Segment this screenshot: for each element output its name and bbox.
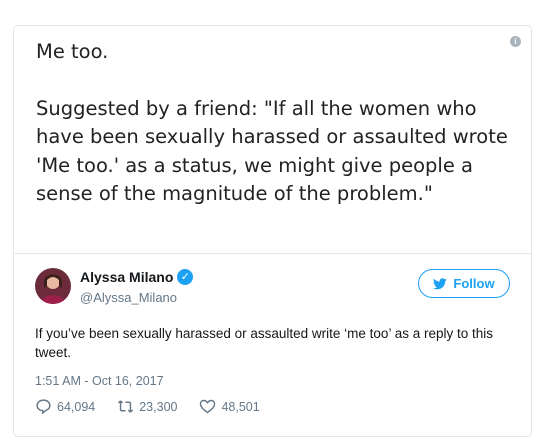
tweet-image-text: Me too. Suggested by a friend: "If all t… xyxy=(36,38,516,209)
avatar[interactable] xyxy=(35,268,71,304)
author-handle[interactable]: @Alyssa_Milano xyxy=(80,290,193,305)
retweet-icon xyxy=(118,400,134,413)
author-name[interactable]: Alyssa Milano xyxy=(80,269,173,285)
verified-badge-icon: ✓ xyxy=(177,269,194,285)
tweet-actions: 64,094 23,300 48,501 xyxy=(35,398,260,415)
reply-count: 64,094 xyxy=(57,399,96,414)
author-name-row[interactable]: Alyssa Milano ✓ xyxy=(80,269,194,285)
follow-label: Follow xyxy=(453,276,495,291)
like-count: 48,501 xyxy=(221,399,260,414)
image-line-me-too: Me too. xyxy=(36,40,109,63)
reply-action[interactable]: 64,094 xyxy=(35,398,95,415)
twitter-bird-icon xyxy=(433,277,448,289)
retweet-action[interactable]: 23,300 xyxy=(117,398,177,415)
heart-icon xyxy=(200,399,216,414)
follow-button[interactable]: Follow xyxy=(418,269,510,298)
reply-icon xyxy=(36,399,51,415)
truncated-previous-line: ··· xyxy=(0,0,545,14)
tweet-text: If you’ve been sexually harassed or assa… xyxy=(35,326,493,360)
retweet-count: 23,300 xyxy=(139,399,178,414)
like-action[interactable]: 48,501 xyxy=(199,398,260,415)
author-block[interactable]: Alyssa Milano ✓ @Alyssa_Milano xyxy=(80,269,194,305)
divider xyxy=(14,253,531,254)
embedded-tweet-card[interactable]: i Me too. Suggested by a friend: "If all… xyxy=(13,25,532,437)
image-line-suggestion: Suggested by a friend: "If all the women… xyxy=(36,96,508,206)
timestamp[interactable]: 1:51 AM - Oct 16, 2017 xyxy=(35,374,164,388)
